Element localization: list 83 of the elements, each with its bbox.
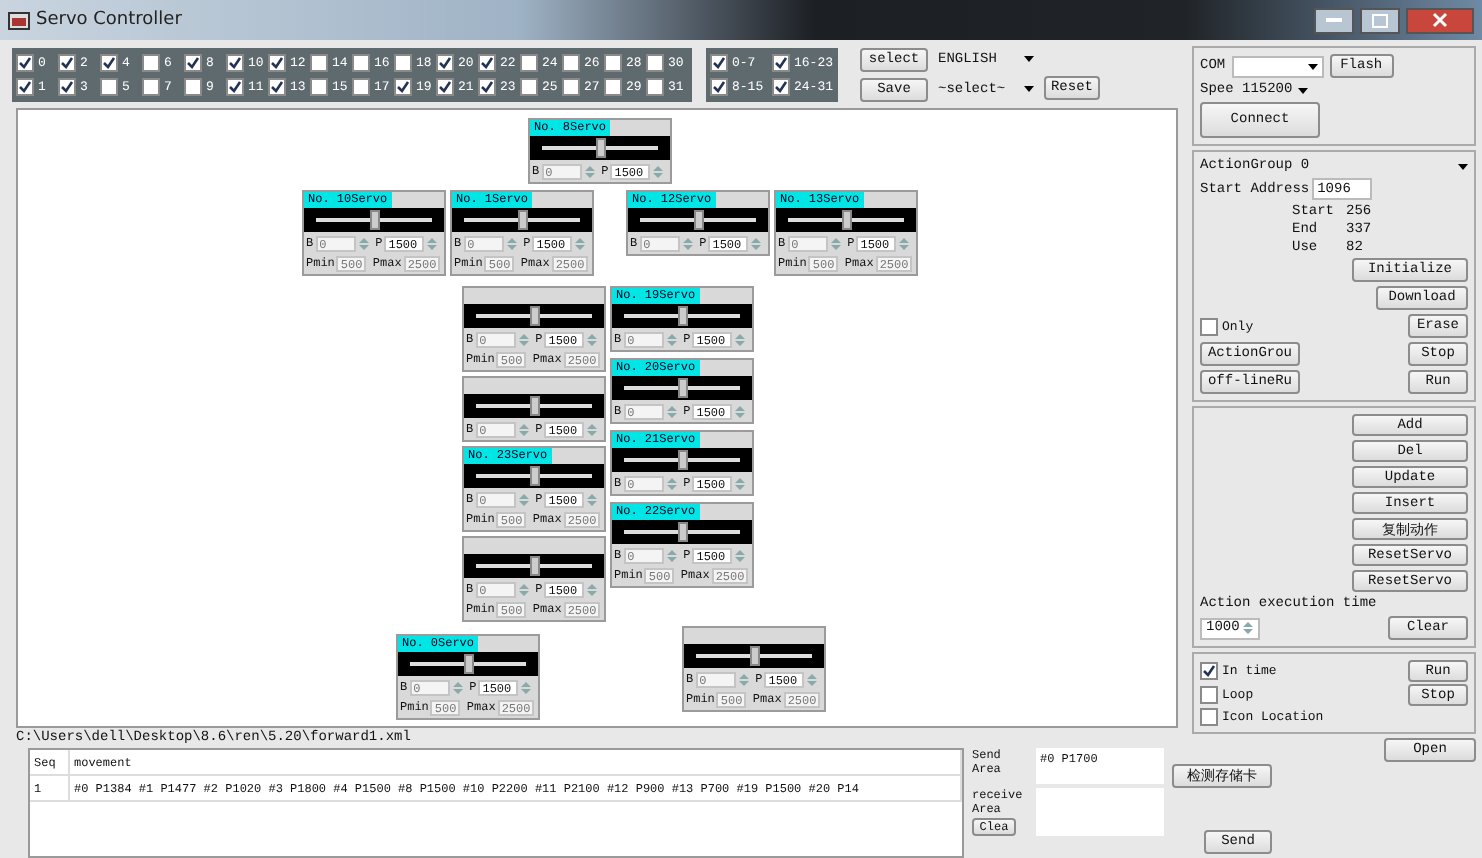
slider-thumb[interactable] (530, 306, 540, 326)
checkbox[interactable] (16, 53, 34, 71)
checkbox[interactable] (1200, 686, 1218, 704)
checkbox[interactable] (436, 53, 454, 71)
slider-thumb[interactable] (750, 646, 760, 666)
checkbox[interactable] (310, 53, 328, 71)
caret-icon (1458, 163, 1468, 169)
checkbox[interactable] (268, 77, 286, 95)
servo-slider[interactable] (612, 376, 752, 400)
checkbox[interactable] (1200, 708, 1218, 726)
checkbox[interactable] (352, 77, 370, 95)
checkbox[interactable] (562, 77, 580, 95)
servo-slider[interactable] (464, 554, 604, 578)
checkbox[interactable] (58, 53, 76, 71)
window-title: Servo Controller (36, 10, 184, 30)
checkbox[interactable] (394, 77, 412, 95)
checkbox[interactable] (58, 77, 76, 95)
slider-thumb[interactable] (464, 654, 474, 674)
checkbox[interactable] (352, 53, 370, 71)
slider-thumb[interactable] (530, 466, 540, 486)
app-icon (8, 9, 30, 31)
checkbox[interactable] (562, 53, 580, 71)
checkbox[interactable] (394, 53, 412, 71)
servo-slider[interactable] (684, 644, 824, 668)
servo-slider[interactable] (464, 304, 604, 328)
caret-icon (1024, 86, 1034, 92)
slider-thumb[interactable] (678, 522, 688, 542)
checkbox[interactable] (478, 77, 496, 95)
servo-slider[interactable] (612, 520, 752, 544)
checkbox[interactable] (520, 77, 538, 95)
checkbox[interactable] (100, 77, 118, 95)
checkbox[interactable] (184, 77, 202, 95)
checkbox[interactable] (520, 53, 538, 71)
checkbox[interactable] (646, 53, 664, 71)
caret-icon (1298, 87, 1309, 93)
slider-thumb[interactable] (370, 210, 380, 230)
slider-thumb[interactable] (842, 210, 852, 230)
checkbox[interactable] (646, 77, 664, 95)
checkbox[interactable] (436, 77, 454, 95)
servo-slider[interactable] (464, 394, 604, 418)
checkbox[interactable] (1200, 662, 1218, 680)
slider-thumb[interactable] (530, 556, 540, 576)
servo-slider[interactable] (452, 208, 592, 232)
servo-slider[interactable] (398, 652, 538, 676)
checkbox[interactable] (100, 53, 118, 71)
caret-icon (1307, 63, 1318, 69)
slider-thumb[interactable] (518, 210, 528, 230)
checkbox[interactable] (226, 77, 244, 95)
close-button[interactable] (1406, 7, 1474, 33)
checkbox[interactable] (142, 77, 160, 95)
checkbox[interactable] (710, 53, 728, 71)
checkbox[interactable] (16, 77, 34, 95)
servo-slider[interactable] (612, 448, 752, 472)
checkbox[interactable] (604, 53, 622, 71)
servo-slider[interactable] (304, 208, 444, 232)
servo-slider[interactable] (612, 304, 752, 328)
slider-thumb[interactable] (678, 378, 688, 398)
checkbox[interactable] (772, 77, 790, 95)
checkbox[interactable] (710, 77, 728, 95)
checkbox[interactable] (184, 53, 202, 71)
caret-icon (1024, 56, 1034, 62)
servo-slider[interactable] (530, 136, 670, 160)
checkbox[interactable] (478, 53, 496, 71)
minimize-icon (1326, 18, 1342, 22)
checkbox[interactable] (310, 77, 328, 95)
slider-thumb[interactable] (678, 306, 688, 326)
servo-slider[interactable] (464, 464, 604, 488)
checkbox[interactable] (226, 53, 244, 71)
slider-thumb[interactable] (530, 396, 540, 416)
slider-thumb[interactable] (694, 210, 704, 230)
servo-slider[interactable] (776, 208, 916, 232)
checkbox[interactable] (604, 77, 622, 95)
checkbox[interactable] (268, 53, 286, 71)
slider-thumb[interactable] (678, 450, 688, 470)
minimize-button[interactable] (1314, 7, 1354, 33)
checkbox[interactable] (772, 53, 790, 71)
slider-thumb[interactable] (596, 138, 606, 158)
checkbox[interactable] (1200, 317, 1218, 335)
servo-slider[interactable] (628, 208, 768, 232)
maximize-icon (1372, 13, 1388, 27)
close-icon (1432, 12, 1448, 28)
maximize-button[interactable] (1360, 7, 1400, 33)
checkbox[interactable] (142, 53, 160, 71)
